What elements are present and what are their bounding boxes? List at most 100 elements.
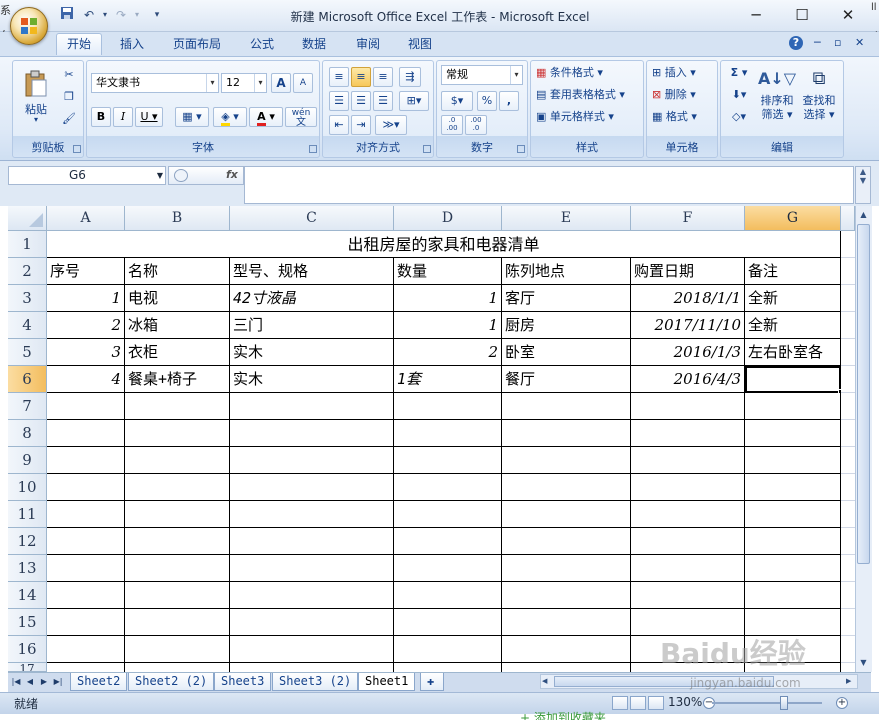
page-break-view-icon[interactable] [648,696,664,710]
data-cell[interactable]: 2016/1/3 [631,339,745,366]
phonetic-button[interactable]: wén 文 [285,107,317,128]
row-header-16[interactable]: 16 [8,636,47,663]
row-header-11[interactable]: 11 [8,501,47,528]
row-header-8[interactable]: 8 [8,420,47,447]
data-cell[interactable]: 1 [394,285,502,312]
prev-sheet-icon[interactable]: ◀ [24,675,36,689]
data-cell[interactable]: 左右卧室各 [745,339,841,366]
empty-cell-range[interactable] [47,393,841,672]
align-center-icon[interactable]: ☰ [351,91,371,111]
name-box[interactable]: G6 ▼ [8,166,166,185]
row-header-2[interactable]: 2 [8,258,47,285]
zoom-slider-thumb[interactable] [780,696,788,710]
row-header-15[interactable]: 15 [8,609,47,636]
currency-icon[interactable]: $▾ [441,91,473,111]
clipboard-launcher-icon[interactable] [73,145,81,153]
data-cell[interactable]: 卧室 [502,339,631,366]
decrease-decimal-button[interactable]: .00 .0 [465,115,487,135]
row-header-9[interactable]: 9 [8,447,47,474]
column-header-c[interactable]: C [230,206,394,231]
last-sheet-icon[interactable]: ▶| [52,675,64,689]
column-header-f[interactable]: F [631,206,745,231]
maximize-button[interactable]: ☐ [779,0,825,30]
close-button[interactable]: ✕ [825,0,871,30]
sheet-title-cell[interactable]: 出租房屋的家具和电器清单 [47,231,841,258]
column-header-g[interactable]: G [745,206,841,231]
fill-icon[interactable]: ⬇▾ [725,85,753,105]
wrap-text-icon[interactable]: ⇶ [399,67,421,87]
data-cell[interactable]: 1 [47,285,125,312]
cut-icon[interactable]: ✂ [59,65,79,85]
format-as-table-button[interactable]: ▤ 套用表格格式 ▾ [535,85,641,105]
insert-function-button[interactable]: fx [226,168,238,181]
italic-button[interactable]: I [113,107,133,127]
font-size-select[interactable]: 12 ▾ [221,73,267,93]
active-cell-g6[interactable] [745,366,841,393]
formula-bar-expand-button[interactable]: ▲ ▼ [855,166,871,204]
tab-page-layout[interactable]: 页面布局 [163,34,231,56]
data-cell[interactable]: 4 [47,366,125,393]
next-sheet-icon[interactable]: ▶ [38,675,50,689]
add-favorite-link[interactable]: + 添加到收藏夹 [520,709,606,720]
insert-sheet-icon[interactable]: ✚ [420,673,444,691]
header-cell[interactable]: 数量 [394,258,502,285]
office-button[interactable] [10,7,48,45]
formula-input[interactable] [244,166,854,204]
merge-center-icon[interactable]: ⊞▾ [399,91,429,111]
tab-insert[interactable]: 插入 [110,34,154,56]
data-cell[interactable]: 2 [394,339,502,366]
ribbon-restore-icon[interactable]: ▫ [834,36,841,49]
data-cell[interactable]: 实木 [230,366,394,393]
row-header-6[interactable]: 6 [8,366,47,393]
data-cell[interactable]: 冰箱 [125,312,230,339]
scroll-up-icon[interactable]: ▲ [857,208,870,222]
clear-icon[interactable]: ◇▾ [725,107,753,127]
vertical-scroll-thumb[interactable] [857,224,870,564]
column-header-d[interactable]: D [394,206,502,231]
scroll-left-icon[interactable]: ◀ [542,676,552,687]
data-cell[interactable]: 42寸液晶 [230,285,394,312]
paste-button[interactable]: 粘贴 ▾ [17,65,55,127]
row-header-5[interactable]: 5 [8,339,47,366]
increase-decimal-button[interactable]: .0 .00 [441,115,463,135]
help-icon[interactable]: ? [789,36,803,50]
column-header-extra[interactable] [841,206,855,231]
data-cell[interactable]: 1套 [394,366,502,393]
header-cell[interactable]: 陈列地点 [502,258,631,285]
zoom-in-icon[interactable]: + [836,697,848,709]
format-cells-button[interactable]: ▦ 格式 ▾ [651,107,715,127]
row-header-10[interactable]: 10 [8,474,47,501]
ribbon-close-icon[interactable]: ✕ [855,36,864,49]
sheet-tab-sheet3-2[interactable]: Sheet3 (2) [272,673,359,691]
row-header-4[interactable]: 4 [8,312,47,339]
tab-home[interactable]: 开始 [56,33,103,55]
data-cell[interactable]: 实木 [230,339,394,366]
header-cell[interactable]: 购置日期 [631,258,745,285]
delete-cells-button[interactable]: ⊠ 删除 ▾ [651,85,715,105]
select-all-button[interactable] [8,206,47,231]
zoom-level[interactable]: 130% [668,695,702,709]
formula-expand-icon[interactable] [174,169,188,182]
data-cell[interactable]: 客厅 [502,285,631,312]
header-cell[interactable]: 序号 [47,258,125,285]
data-cell[interactable]: 餐厅 [502,366,631,393]
grow-font-button[interactable]: A [271,73,291,93]
column-header-b[interactable]: B [125,206,230,231]
column-header-a[interactable]: A [47,206,125,231]
align-middle-icon[interactable]: ≡ [351,67,371,87]
row-header-1[interactable]: 1 [8,231,47,258]
increase-indent-icon[interactable]: ⇥ [351,115,371,135]
number-launcher-icon[interactable] [517,145,525,153]
font-launcher-icon[interactable] [309,145,317,153]
scroll-down-icon[interactable]: ▼ [857,656,870,670]
insert-cells-button[interactable]: ⊞ 插入 ▾ [651,63,715,83]
header-cell[interactable]: 备注 [745,258,841,285]
customize-quick-access-icon[interactable]: ▾ [148,6,166,24]
tab-formulas[interactable]: 公式 [240,34,284,56]
format-painter-icon[interactable]: 🖌 [59,109,79,129]
bold-button[interactable]: B [91,107,111,127]
sheet-tab-sheet1[interactable]: Sheet1 [358,673,416,691]
row-header-3[interactable]: 3 [8,285,47,312]
tab-review[interactable]: 审阅 [346,34,390,56]
fill-color-button[interactable]: ◈ ▾ [213,107,247,127]
